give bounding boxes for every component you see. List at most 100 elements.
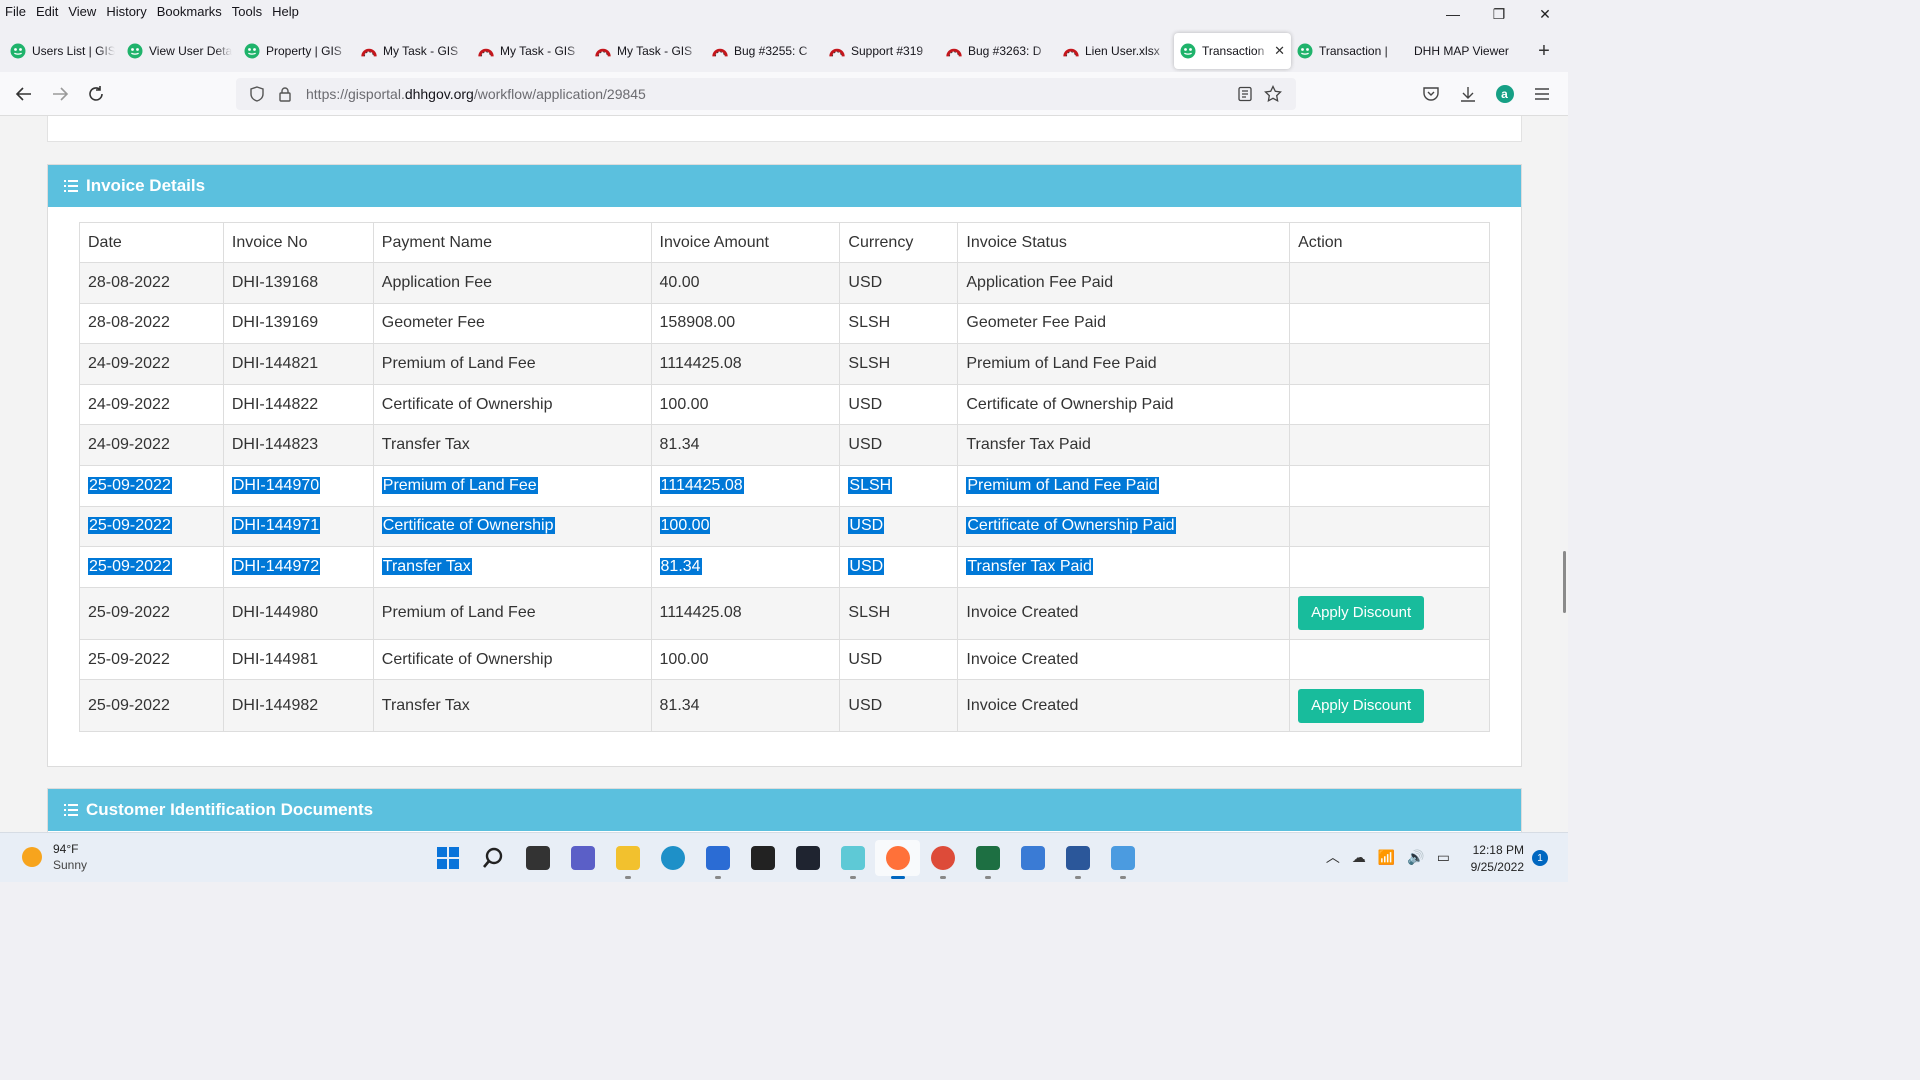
- cell-currency: SLSH: [839, 343, 959, 385]
- lock-icon[interactable]: [274, 83, 296, 105]
- cell-invoice-status-text: Certificate of Ownership Paid: [966, 517, 1176, 535]
- reader-view-icon[interactable]: [1234, 83, 1256, 105]
- excel-icon: [975, 846, 1000, 870]
- volume-icon[interactable]: 🔊: [1407, 849, 1424, 866]
- cell-currency-text: SLSH: [848, 476, 893, 494]
- bookmark-star-icon[interactable]: [1262, 83, 1284, 105]
- tracking-shield-icon[interactable]: [246, 83, 268, 105]
- cell-invoice-no: DHI-144970: [222, 464, 374, 507]
- menu-tools[interactable]: Tools: [227, 4, 267, 19]
- account-button[interactable]: a: [1486, 78, 1523, 110]
- cell-payment-name-text: Certificate of Ownership: [381, 650, 553, 668]
- table-row: 24-09-2022 DHI-144822 Certificate of Owner…: [79, 383, 1490, 426]
- close-window-button[interactable]: ✕: [1522, 0, 1568, 28]
- invoice-details-panel: Invoice Details Date Invoice No Payment …: [47, 164, 1522, 767]
- cell-invoice-status-text: Certificate of Ownership Paid: [966, 395, 1174, 413]
- cell-invoice-amount: 40.00: [650, 262, 841, 304]
- taskbar-excel[interactable]: [965, 840, 1010, 879]
- table-row: 25-09-2022 DHI-144971 Certificate of Owner…: [79, 505, 1490, 548]
- taskbar-search[interactable]: [470, 840, 515, 876]
- browser-tab[interactable]: Bug #3263: D: [940, 33, 1057, 69]
- table-row: 25-09-2022 DHI-144982 Transfer Tax 81.34 USD…: [79, 679, 1490, 733]
- tab-title: Bug #3255: C: [734, 44, 808, 58]
- cell-invoice-amount: 100.00: [650, 638, 841, 681]
- reload-button[interactable]: [78, 78, 114, 110]
- url-text[interactable]: https://gisportal.dhhgov.org/workflow/ap…: [306, 86, 646, 102]
- redmine-favicon-icon: [946, 43, 962, 59]
- close-tab-icon[interactable]: ✕: [1274, 43, 1285, 59]
- taskbar-dropbox[interactable]: [785, 840, 830, 876]
- list-icon: [64, 804, 78, 816]
- browser-tab[interactable]: Lien User.xlsx: [1057, 33, 1174, 69]
- cell-invoice-no: DHI-144823: [222, 424, 374, 466]
- taskbar-word[interactable]: [1055, 840, 1100, 879]
- cell-currency-text: USD: [848, 557, 885, 575]
- taskbar-file-explorer[interactable]: [605, 840, 650, 879]
- menu-history[interactable]: History: [101, 4, 151, 19]
- taskbar-task-view[interactable]: [515, 840, 560, 876]
- onedrive-cloud-icon[interactable]: ☁: [1352, 849, 1366, 866]
- taskbar-chrome[interactable]: [920, 840, 965, 879]
- browser-tab[interactable]: My Task - GIS: [472, 33, 589, 69]
- browser-tab[interactable]: DHH MAP Viewer: [1408, 33, 1525, 69]
- taskbar-amazon[interactable]: [740, 840, 785, 876]
- minimize-button[interactable]: —: [1430, 0, 1476, 28]
- forward-button[interactable]: [42, 78, 78, 110]
- taskbar-start[interactable]: [425, 840, 470, 876]
- taskbar-edge[interactable]: [650, 840, 695, 876]
- browser-tab[interactable]: My Task - GIS: [355, 33, 472, 69]
- browser-tab[interactable]: View User Details: [121, 33, 238, 69]
- table-row: 25-09-2022 DHI-144981 Certificate of Owner…: [79, 638, 1490, 681]
- browser-tab[interactable]: Property | GIS: [238, 33, 355, 69]
- table-row: 28-08-2022 DHI-139168 Application Fee 40.00…: [79, 262, 1490, 304]
- browser-tab[interactable]: Bug #3255: C: [706, 33, 823, 69]
- battery-icon[interactable]: ▭: [1437, 849, 1450, 866]
- table-row: 24-09-2022 DHI-144821 Premium of Land Fee 1…: [79, 343, 1490, 385]
- browser-tab[interactable]: My Task - GIS: [589, 33, 706, 69]
- weather-widget[interactable]: 94°F Sunny: [22, 841, 87, 873]
- taskbar-messenger[interactable]: [830, 840, 875, 879]
- browser-tab[interactable]: Transaction ✕: [1174, 33, 1291, 69]
- apply-discount-button[interactable]: Apply Discount: [1298, 596, 1425, 631]
- menu-file[interactable]: File: [0, 4, 31, 19]
- gis-favicon-icon: [10, 43, 26, 59]
- restore-button[interactable]: ❐: [1476, 0, 1522, 28]
- cell-date: 25-09-2022: [79, 679, 224, 733]
- menu-bookmarks[interactable]: Bookmarks: [152, 4, 227, 19]
- page-scrollbar-thumb[interactable]: [1563, 551, 1566, 613]
- browser-tab[interactable]: Support #319: [823, 33, 940, 69]
- wifi-icon[interactable]: 📶: [1378, 849, 1395, 866]
- cell-date-text: 25-09-2022: [88, 696, 170, 714]
- chevron-up-icon[interactable]: ︿: [1326, 847, 1340, 867]
- downloads-button[interactable]: [1449, 78, 1486, 110]
- taskbar-notepad[interactable]: [1100, 840, 1145, 879]
- browser-tab[interactable]: Users List | GIS: [4, 33, 121, 69]
- taskbar-photos[interactable]: [1010, 840, 1055, 876]
- cell-invoice-status: Invoice Created: [957, 679, 1291, 733]
- clock[interactable]: 12:18 PM 9/25/2022: [1471, 842, 1524, 876]
- url-bar[interactable]: https://gisportal.dhhgov.org/workflow/ap…: [236, 78, 1296, 110]
- browser-tab[interactable]: Transaction |: [1291, 33, 1408, 69]
- cell-action: [1289, 424, 1490, 466]
- taskbar-teams-chat[interactable]: [560, 840, 605, 876]
- gis-favicon-icon: [1297, 43, 1313, 59]
- notification-badge[interactable]: 1: [1532, 850, 1548, 866]
- taskbar-store[interactable]: [695, 840, 740, 879]
- menu-edit[interactable]: Edit: [31, 4, 63, 19]
- menu-help[interactable]: Help: [267, 4, 304, 19]
- new-tab-button[interactable]: +: [1529, 36, 1559, 66]
- cell-invoice-amount: 1114425.08: [650, 586, 841, 640]
- cell-date-text: 25-09-2022: [88, 557, 172, 575]
- back-button[interactable]: [6, 78, 42, 110]
- redmine-favicon-icon: [712, 43, 728, 59]
- cell-date-text: 24-09-2022: [88, 395, 170, 413]
- cell-currency: USD: [839, 638, 959, 681]
- redmine-favicon-icon: [1063, 43, 1079, 59]
- taskbar-firefox[interactable]: [875, 840, 920, 879]
- app-menu-button[interactable]: [1523, 78, 1560, 110]
- cell-currency-text: SLSH: [848, 354, 891, 372]
- apply-discount-button[interactable]: Apply Discount: [1298, 688, 1425, 723]
- menu-view[interactable]: View: [63, 4, 101, 19]
- cell-currency-text: USD: [848, 517, 885, 535]
- pocket-button[interactable]: [1412, 78, 1449, 110]
